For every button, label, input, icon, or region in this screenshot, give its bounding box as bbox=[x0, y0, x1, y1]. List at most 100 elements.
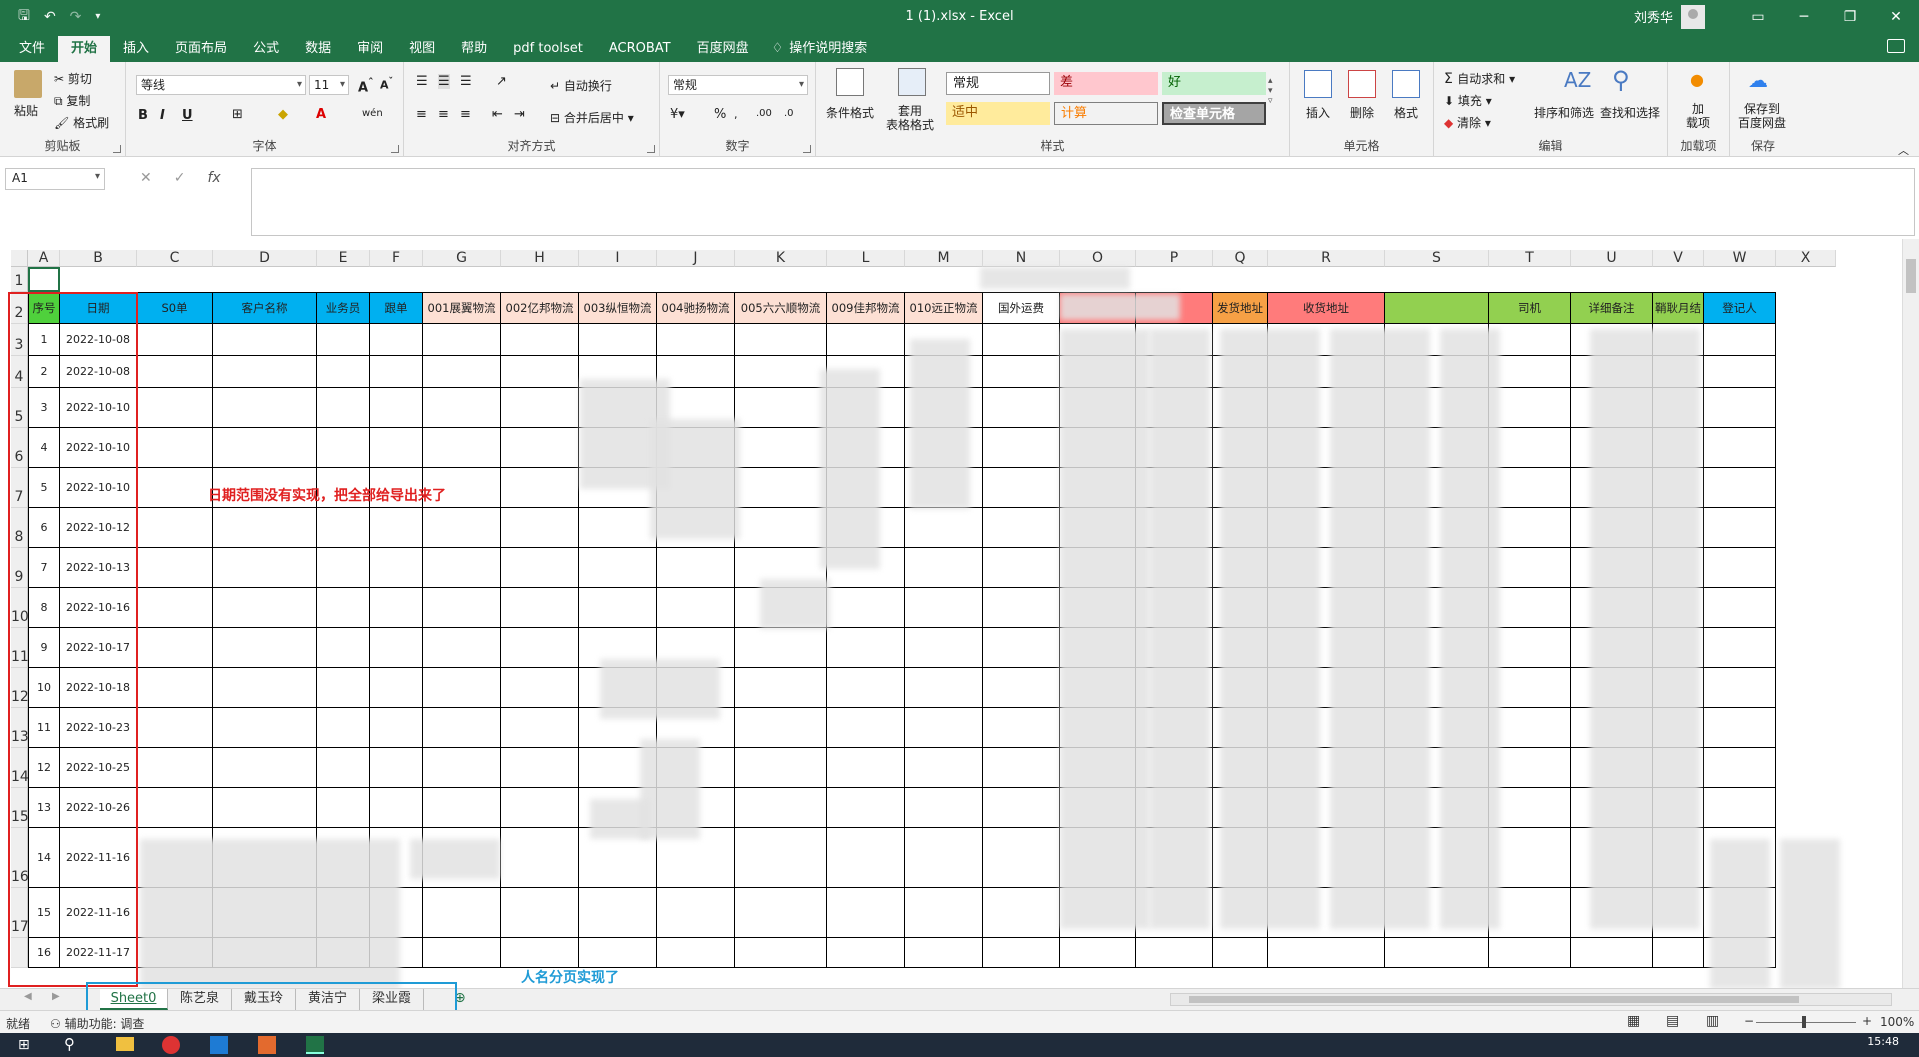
table-cell[interactable] bbox=[1213, 938, 1268, 968]
table-cell[interactable] bbox=[213, 628, 317, 668]
header-cell[interactable]: 001展翼物流 bbox=[423, 292, 501, 324]
table-cell[interactable] bbox=[735, 388, 827, 428]
table-cell[interactable] bbox=[735, 628, 827, 668]
table-cell[interactable] bbox=[213, 508, 317, 548]
enter-icon[interactable]: ✓ bbox=[174, 170, 186, 186]
table-cell[interactable] bbox=[1489, 324, 1571, 356]
header-cell[interactable]: 009佳邦物流 bbox=[827, 292, 905, 324]
table-cell[interactable] bbox=[213, 788, 317, 828]
column-header-w[interactable]: W bbox=[1704, 250, 1776, 267]
table-cell[interactable] bbox=[1489, 468, 1571, 508]
table-cell[interactable] bbox=[501, 628, 579, 668]
customize-qat-icon[interactable]: ▾ bbox=[95, 11, 100, 22]
table-cell[interactable] bbox=[905, 828, 983, 888]
table-cell[interactable] bbox=[983, 428, 1060, 468]
zoom-out-icon[interactable]: − bbox=[1744, 1014, 1754, 1028]
table-cell[interactable] bbox=[501, 788, 579, 828]
table-cell[interactable] bbox=[657, 938, 735, 968]
column-header-p[interactable]: P bbox=[1136, 250, 1213, 267]
column-header-q[interactable]: Q bbox=[1213, 250, 1268, 267]
table-cell[interactable] bbox=[423, 788, 501, 828]
table-cell[interactable] bbox=[137, 388, 213, 428]
table-cell[interactable] bbox=[1489, 788, 1571, 828]
zoom-slider[interactable] bbox=[1756, 1022, 1856, 1023]
table-cell[interactable] bbox=[983, 324, 1060, 356]
table-cell[interactable] bbox=[827, 888, 905, 938]
table-cell[interactable] bbox=[1489, 828, 1571, 888]
table-cell[interactable] bbox=[423, 888, 501, 938]
table-cell[interactable] bbox=[501, 356, 579, 388]
table-cell[interactable] bbox=[1489, 668, 1571, 708]
table-cell[interactable] bbox=[1704, 428, 1776, 468]
column-header-f[interactable]: F bbox=[370, 250, 423, 267]
baidu-cloud-icon[interactable]: ☁ bbox=[1748, 68, 1776, 96]
table-cell[interactable] bbox=[983, 588, 1060, 628]
tab-page-layout[interactable]: 页面布局 bbox=[162, 36, 240, 62]
table-cell[interactable] bbox=[423, 748, 501, 788]
number-format-select[interactable]: 常规 bbox=[668, 75, 808, 95]
table-cell[interactable] bbox=[657, 888, 735, 938]
header-cell[interactable]: 详细备注 bbox=[1571, 292, 1653, 324]
table-cell[interactable] bbox=[827, 828, 905, 888]
table-cell[interactable] bbox=[370, 324, 423, 356]
table-cell[interactable] bbox=[317, 708, 370, 748]
table-cell[interactable] bbox=[905, 588, 983, 628]
style-bad[interactable]: 差 bbox=[1054, 72, 1158, 95]
table-cell[interactable] bbox=[317, 388, 370, 428]
cut-button[interactable]: ✂ 剪切 bbox=[54, 70, 92, 87]
shrink-font-icon[interactable]: Aˇ bbox=[380, 76, 393, 92]
align-middle-icon[interactable]: ☰ bbox=[438, 74, 450, 89]
column-header-l[interactable]: L bbox=[827, 250, 905, 267]
table-cell[interactable] bbox=[370, 548, 423, 588]
header-cell[interactable]: 010远正物流 bbox=[905, 292, 983, 324]
column-header-n[interactable]: N bbox=[983, 250, 1060, 267]
column-header-u[interactable]: U bbox=[1571, 250, 1653, 267]
zoom-in-icon[interactable]: + bbox=[1862, 1014, 1872, 1028]
insert-function-button[interactable]: fx bbox=[207, 170, 220, 186]
table-cell[interactable] bbox=[137, 324, 213, 356]
select-all-corner[interactable] bbox=[11, 250, 28, 267]
table-cell[interactable] bbox=[501, 548, 579, 588]
table-cell[interactable] bbox=[983, 828, 1060, 888]
table-cell[interactable] bbox=[137, 468, 213, 508]
table-cell[interactable] bbox=[735, 668, 827, 708]
table-cell[interactable] bbox=[827, 324, 905, 356]
increase-decimal-icon[interactable]: .00 bbox=[756, 108, 772, 119]
format-cells-icon[interactable] bbox=[1392, 70, 1420, 98]
table-cell[interactable] bbox=[423, 938, 501, 968]
table-cell[interactable] bbox=[735, 324, 827, 356]
table-cell[interactable] bbox=[370, 748, 423, 788]
column-header-g[interactable]: G bbox=[423, 250, 501, 267]
tab-help[interactable]: 帮助 bbox=[448, 36, 500, 62]
orientation-icon[interactable]: ↗ bbox=[496, 74, 507, 89]
italic-button[interactable]: I bbox=[160, 108, 165, 123]
table-cell[interactable] bbox=[1704, 324, 1776, 356]
table-cell[interactable] bbox=[423, 588, 501, 628]
table-cell[interactable] bbox=[579, 508, 657, 548]
table-cell[interactable] bbox=[370, 708, 423, 748]
user-name[interactable]: 刘秀华 bbox=[1634, 7, 1673, 26]
page-break-view-icon[interactable]: ▥ bbox=[1706, 1013, 1719, 1029]
table-cell[interactable] bbox=[735, 748, 827, 788]
zoom-level[interactable]: 100% bbox=[1880, 1015, 1914, 1029]
table-cell[interactable] bbox=[370, 588, 423, 628]
table-cell[interactable] bbox=[317, 628, 370, 668]
insert-cells-icon[interactable] bbox=[1304, 70, 1332, 98]
alignment-launcher[interactable] bbox=[647, 145, 655, 153]
table-cell[interactable] bbox=[137, 508, 213, 548]
table-cell[interactable] bbox=[213, 588, 317, 628]
table-cell[interactable] bbox=[1489, 748, 1571, 788]
close-icon[interactable]: ✕ bbox=[1873, 9, 1919, 25]
table-cell[interactable] bbox=[735, 708, 827, 748]
header-cell[interactable]: 司机 bbox=[1489, 292, 1571, 324]
table-cell[interactable] bbox=[827, 668, 905, 708]
clear-button[interactable]: ◆ 清除 ▾ bbox=[1444, 114, 1491, 131]
table-cell[interactable] bbox=[137, 748, 213, 788]
table-cell[interactable] bbox=[905, 708, 983, 748]
table-cell[interactable] bbox=[213, 548, 317, 588]
tab-home[interactable]: 开始 bbox=[58, 36, 111, 62]
tab-review[interactable]: 审阅 bbox=[344, 36, 396, 62]
tab-insert[interactable]: 插入 bbox=[110, 36, 162, 62]
store-icon[interactable] bbox=[210, 1036, 228, 1054]
header-cell[interactable]: 004驰扬物流 bbox=[657, 292, 735, 324]
